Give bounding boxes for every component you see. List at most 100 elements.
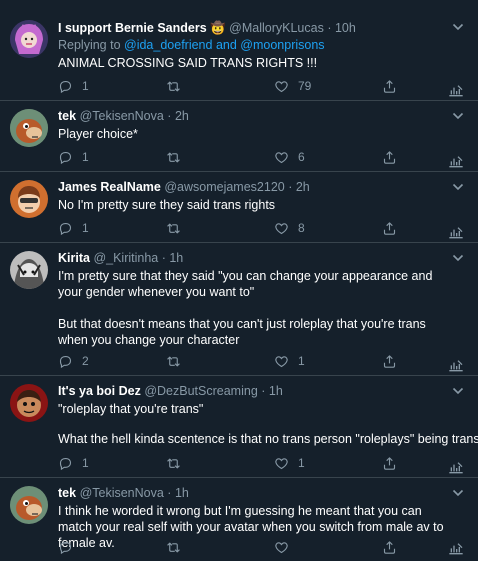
reply-button[interactable]: 1 bbox=[58, 149, 89, 165]
avatar[interactable] bbox=[10, 20, 48, 58]
handle[interactable]: @TekisenNova bbox=[80, 109, 164, 123]
share-button[interactable] bbox=[382, 220, 397, 236]
analytics-icon[interactable] bbox=[448, 226, 464, 240]
avatar[interactable] bbox=[10, 251, 48, 289]
display-name[interactable]: James RealName bbox=[58, 180, 161, 194]
like-button[interactable]: 1 bbox=[274, 353, 305, 369]
reply-count: 2 bbox=[82, 354, 89, 368]
tweet[interactable]: It's ya boi Dez @DezButScreaming · 1h "r… bbox=[0, 376, 478, 478]
analytics-icon[interactable] bbox=[448, 359, 464, 373]
tweet[interactable]: tek @TekisenNova · 2h Player choice* 1 6 bbox=[0, 101, 478, 172]
like-button[interactable]: 8 bbox=[274, 220, 305, 236]
separator: · bbox=[323, 21, 335, 35]
retweet-button[interactable] bbox=[166, 455, 190, 471]
tweet-text-paragraph: What the hell kinda scentence is that no… bbox=[58, 432, 478, 446]
replying-to-label: Replying to bbox=[58, 38, 125, 52]
tweet-actions: 1 1 bbox=[58, 455, 418, 471]
analytics-icon[interactable] bbox=[448, 542, 464, 556]
timestamp[interactable]: 10h bbox=[335, 21, 356, 35]
reply-count: 1 bbox=[82, 456, 89, 470]
reply-button[interactable]: 2 bbox=[58, 353, 89, 369]
chevron-down-icon[interactable] bbox=[452, 253, 464, 263]
avatar[interactable] bbox=[10, 486, 48, 524]
reply-button[interactable] bbox=[58, 539, 82, 555]
tweet-text: No I'm pretty sure they said trans right… bbox=[58, 197, 454, 213]
tweet[interactable]: James RealName @awsomejames2120 · 2h No … bbox=[0, 172, 478, 243]
reply-button[interactable]: 1 bbox=[58, 220, 89, 236]
analytics-icon[interactable] bbox=[448, 155, 464, 169]
like-count: 1 bbox=[298, 456, 305, 470]
tweet-text-line: No I'm pretty sure they said trans right… bbox=[58, 198, 276, 212]
separator: · bbox=[257, 384, 269, 398]
retweet-button[interactable] bbox=[166, 539, 190, 555]
tweet[interactable]: tek @TekisenNova · 1h I think he worded … bbox=[0, 478, 478, 561]
share-button[interactable] bbox=[382, 353, 397, 369]
separator: · bbox=[163, 486, 175, 500]
share-icon bbox=[382, 150, 397, 165]
tweet-text-paragraph: I'm pretty sure that they said "you can … bbox=[58, 269, 433, 299]
retweet-button[interactable] bbox=[166, 353, 190, 369]
timestamp[interactable]: 2h bbox=[296, 180, 310, 194]
tweet-text-paragraph: But that doesn't means that you can't ju… bbox=[58, 317, 426, 347]
like-button[interactable]: 6 bbox=[274, 149, 305, 165]
share-button[interactable] bbox=[382, 455, 397, 471]
tweet-actions bbox=[58, 539, 418, 555]
tweet-text-line: Player choice* bbox=[58, 127, 138, 141]
display-name[interactable]: It's ya boi Dez bbox=[58, 384, 141, 398]
separator: · bbox=[163, 109, 175, 123]
reply-button[interactable]: 1 bbox=[58, 455, 89, 471]
chevron-down-icon[interactable] bbox=[452, 488, 464, 498]
mention-link[interactable]: @moonprisons bbox=[240, 38, 324, 52]
timestamp[interactable]: 1h bbox=[169, 251, 183, 265]
tweet-header: It's ya boi Dez @DezButScreaming · 1h bbox=[58, 384, 283, 398]
like-count: 79 bbox=[298, 79, 312, 93]
retweet-button[interactable] bbox=[166, 149, 190, 165]
retweet-button[interactable] bbox=[166, 220, 190, 236]
chevron-down-icon[interactable] bbox=[452, 182, 464, 192]
share-icon bbox=[382, 221, 397, 236]
retweet-icon bbox=[166, 79, 181, 94]
analytics-icon[interactable] bbox=[448, 461, 464, 475]
timestamp[interactable]: 2h bbox=[175, 109, 189, 123]
tweet-actions: 1 8 bbox=[58, 220, 418, 236]
like-icon bbox=[274, 456, 289, 471]
chevron-down-icon[interactable] bbox=[452, 386, 464, 396]
share-icon bbox=[382, 79, 397, 94]
display-name[interactable]: tek bbox=[58, 109, 76, 123]
reply-icon bbox=[58, 540, 73, 555]
handle[interactable]: @DezButScreaming bbox=[144, 384, 257, 398]
tweet[interactable]: Kirita @_Kiritinha · 1h I'm pretty sure … bbox=[0, 243, 478, 376]
avatar[interactable] bbox=[10, 180, 48, 218]
share-button[interactable] bbox=[382, 78, 397, 94]
tweet[interactable]: I support Bernie Sanders 🤠 @MalloryKLuca… bbox=[0, 0, 478, 101]
display-name[interactable]: Kirita bbox=[58, 251, 90, 265]
reply-button[interactable]: 1 bbox=[58, 78, 89, 94]
handle[interactable]: @TekisenNova bbox=[80, 486, 164, 500]
like-button[interactable]: 1 bbox=[274, 455, 305, 471]
display-name[interactable]: tek bbox=[58, 486, 76, 500]
avatar[interactable] bbox=[10, 384, 48, 422]
mention-link[interactable]: @ida_doefriend bbox=[124, 38, 212, 52]
like-button[interactable]: 79 bbox=[274, 78, 311, 94]
timestamp[interactable]: 1h bbox=[175, 486, 189, 500]
like-button[interactable] bbox=[274, 539, 298, 555]
chevron-down-icon[interactable] bbox=[452, 22, 464, 32]
chevron-down-icon[interactable] bbox=[452, 111, 464, 121]
tweet-actions: 1 6 bbox=[58, 149, 418, 165]
reply-count: 1 bbox=[82, 150, 89, 164]
handle[interactable]: @MalloryKLucas bbox=[229, 21, 324, 35]
avatar[interactable] bbox=[10, 109, 48, 147]
share-button[interactable] bbox=[382, 539, 397, 555]
retweet-icon bbox=[166, 221, 181, 236]
timestamp[interactable]: 1h bbox=[269, 384, 283, 398]
like-count: 8 bbox=[298, 221, 305, 235]
display-name[interactable]: I support Bernie Sanders 🤠 bbox=[58, 21, 226, 35]
share-icon bbox=[382, 456, 397, 471]
retweet-button[interactable] bbox=[166, 78, 190, 94]
share-button[interactable] bbox=[382, 149, 397, 165]
handle[interactable]: @awsomejames2120 bbox=[164, 180, 284, 194]
analytics-icon[interactable] bbox=[448, 84, 464, 98]
handle[interactable]: @_Kiritinha bbox=[93, 251, 158, 265]
tweet-header: James RealName @awsomejames2120 · 2h bbox=[58, 180, 310, 194]
reply-icon bbox=[58, 79, 73, 94]
